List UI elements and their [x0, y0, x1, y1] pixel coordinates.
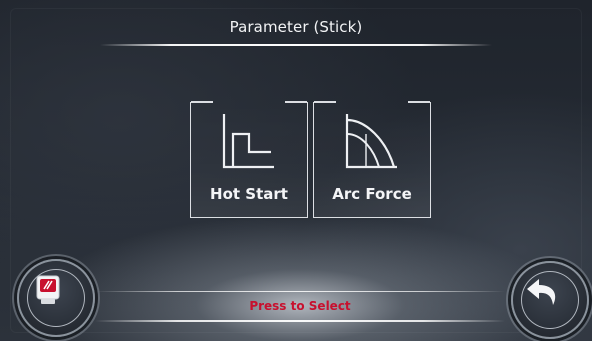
hot-start-button[interactable]: Hot Start — [190, 101, 308, 218]
page-title: Parameter (Stick) — [229, 18, 363, 36]
status-bar: Press to Select — [95, 291, 505, 322]
status-bar-top-line — [95, 291, 505, 292]
hot-start-icon — [222, 114, 274, 169]
arc-force-icon — [345, 114, 397, 169]
back-arrow-icon — [527, 279, 556, 305]
parameter-screen: Parameter (Stick) Hot Start Arc Force Pr… — [0, 0, 592, 341]
status-bar-bottom-line — [95, 320, 505, 322]
press-to-select-hint: Press to Select — [249, 299, 351, 313]
back-button[interactable] — [511, 261, 589, 339]
arc-force-label: Arc Force — [332, 185, 412, 203]
device-button[interactable] — [17, 259, 95, 337]
hot-start-label: Hot Start — [210, 185, 288, 203]
title-underline — [100, 44, 492, 46]
welder-device-icon — [36, 275, 60, 304]
arc-force-button[interactable]: Arc Force — [313, 101, 431, 218]
